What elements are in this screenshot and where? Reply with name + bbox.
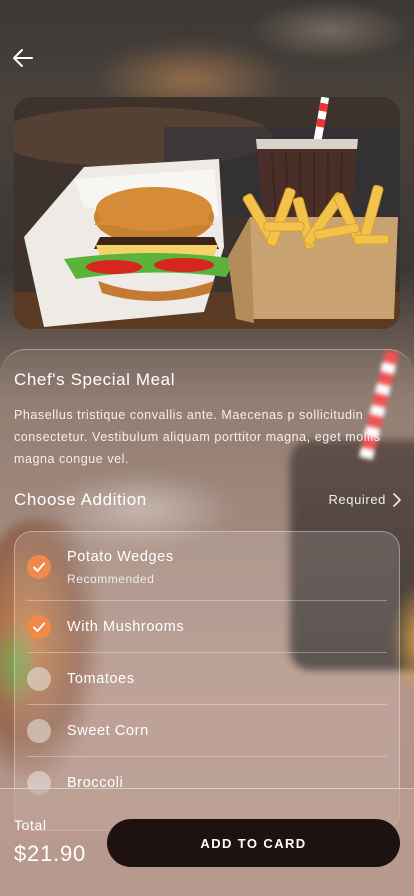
option-with-mushrooms[interactable]: With Mushrooms bbox=[27, 601, 387, 653]
required-indicator[interactable]: Required bbox=[328, 492, 402, 507]
meal-image bbox=[14, 97, 400, 329]
option-label: With Mushrooms bbox=[67, 619, 185, 635]
option-sublabel: Recommended bbox=[67, 571, 155, 586]
option-sweet-corn[interactable]: Sweet Corn bbox=[27, 705, 387, 757]
checkbox-checked[interactable] bbox=[27, 615, 51, 639]
option-label: Tomatoes bbox=[67, 671, 135, 687]
option-tomatoes[interactable]: Tomatoes bbox=[27, 653, 387, 705]
chevron-right-icon bbox=[393, 492, 401, 507]
check-icon bbox=[33, 622, 45, 632]
option-label: Sweet Corn bbox=[67, 723, 149, 739]
section-title-choose-addition: Choose Addition bbox=[14, 490, 147, 509]
checkbox-unchecked[interactable] bbox=[27, 719, 51, 743]
option-potato-wedges[interactable]: Potato Wedges Recommended bbox=[27, 536, 387, 598]
add-to-cart-button[interactable]: ADD TO CARD bbox=[107, 819, 400, 867]
total-label: Total bbox=[14, 817, 47, 833]
checkbox-checked[interactable] bbox=[27, 555, 51, 579]
checkbox-unchecked[interactable] bbox=[27, 667, 51, 691]
total-price: $21.90 bbox=[14, 841, 87, 866]
meal-title: Chef's Special Meal bbox=[14, 370, 176, 389]
arrow-left-icon bbox=[13, 49, 33, 67]
option-label: Potato Wedges bbox=[67, 548, 174, 565]
meal-description: Phasellus tristique convallis ante. Maec… bbox=[14, 408, 381, 466]
required-label: Required bbox=[328, 492, 386, 507]
check-icon bbox=[33, 562, 45, 572]
addition-options-list: Potato Wedges Recommended With Mushrooms… bbox=[14, 531, 400, 831]
checkout-bar: Total $21.90 ADD TO CARD bbox=[0, 788, 414, 896]
back-button[interactable] bbox=[10, 44, 38, 72]
